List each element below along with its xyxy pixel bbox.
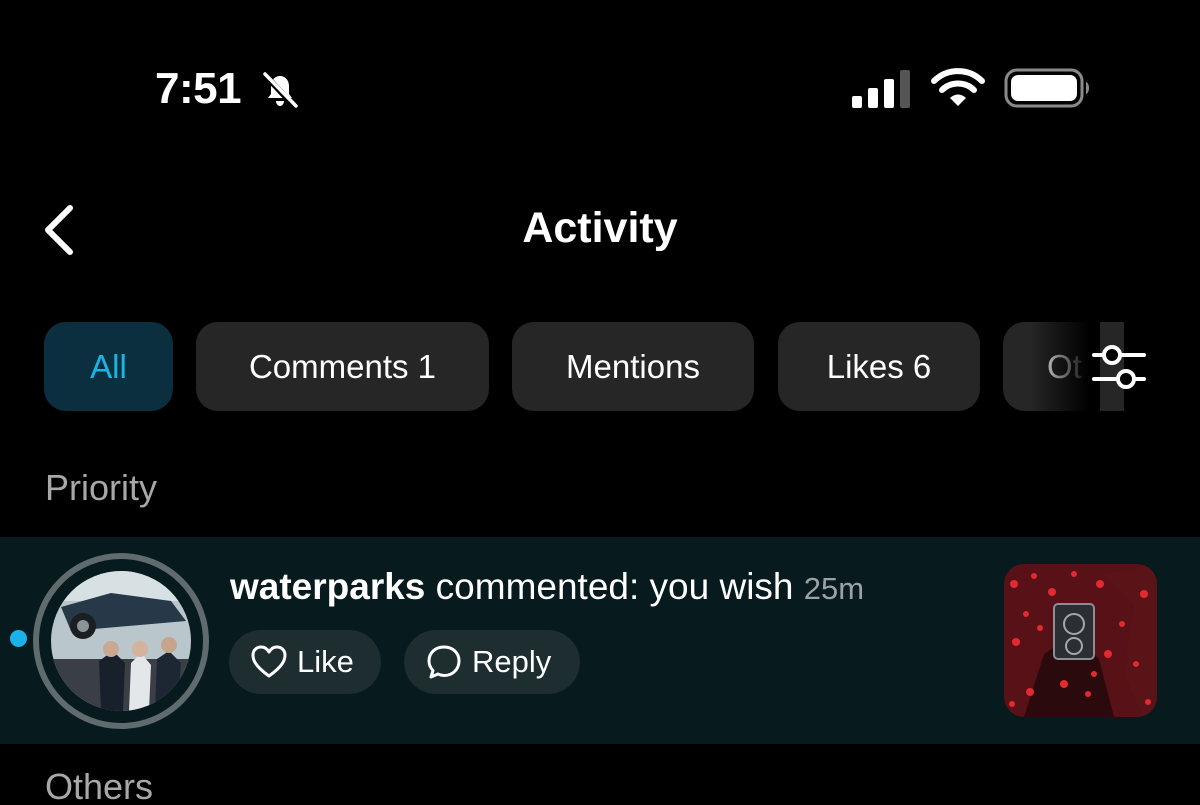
chip-likes[interactable]: Likes 6 <box>778 322 980 411</box>
heart-icon <box>251 645 287 678</box>
battery-icon <box>1004 68 1089 108</box>
avatar[interactable] <box>51 571 191 711</box>
like-button[interactable]: Like <box>229 630 381 694</box>
section-priority: Priority <box>45 467 158 508</box>
cellular-signal-icon <box>852 70 910 108</box>
bell-slash-icon <box>261 71 299 111</box>
chip-all[interactable]: All <box>44 322 173 411</box>
chip-mentions[interactable]: Mentions <box>512 322 754 411</box>
username[interactable]: waterparks <box>230 566 425 607</box>
activity-screen: 7:51 Activity All Comments 1 Mentions Li… <box>0 0 1200 805</box>
unread-dot <box>10 630 27 647</box>
reply-label: Reply <box>472 644 552 679</box>
chip-comments[interactable]: Comments 1 <box>196 322 489 411</box>
reply-button[interactable]: Reply <box>404 630 580 694</box>
status-time: 7:51 <box>155 64 242 113</box>
post-thumbnail[interactable] <box>1004 564 1157 717</box>
section-others: Others <box>45 766 154 805</box>
comment-bubble-icon <box>427 645 461 679</box>
wifi-icon <box>931 68 985 106</box>
filter-chips: All Comments 1 Mentions Likes 6 Ot <box>44 322 1124 411</box>
page-title: Activity <box>522 204 678 252</box>
sliders-icon[interactable] <box>1090 340 1148 394</box>
notification-text: waterparks commented: you wish 25m <box>230 566 864 608</box>
story-ring[interactable] <box>33 553 209 729</box>
notification-action: commented: you wish <box>435 566 794 607</box>
notification-time: 25m <box>803 571 865 606</box>
like-label: Like <box>297 644 354 679</box>
